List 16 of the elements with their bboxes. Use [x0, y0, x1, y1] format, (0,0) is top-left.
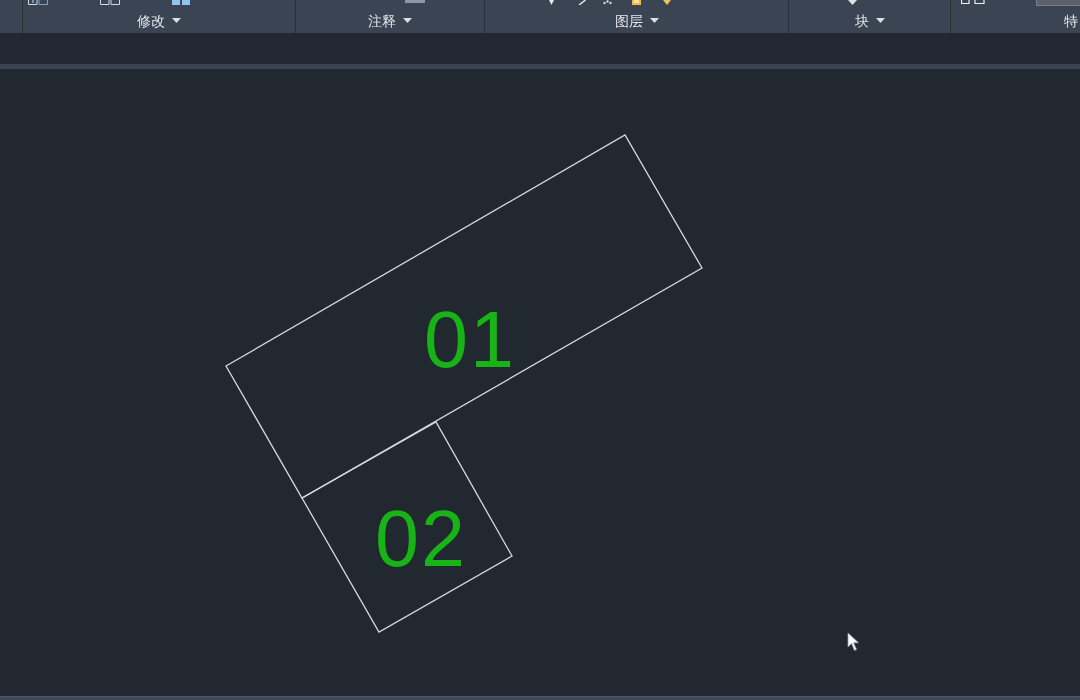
panel-title-button[interactable]: 注释 [366, 10, 414, 31]
shape-label: 02 [375, 494, 467, 583]
squares-icon[interactable] [28, 0, 48, 5]
dots-icon[interactable] [603, 0, 612, 5]
panel-title-button[interactable]: 块 [852, 10, 887, 31]
diamond-icon[interactable] [848, 0, 857, 5]
panel-title-button[interactable]: 图层 [612, 10, 661, 31]
squares-icon[interactable] [100, 0, 120, 5]
panel-title-button[interactable]: 修改 [135, 10, 183, 31]
tiles-icon[interactable] [172, 0, 190, 5]
swatch-icon[interactable] [961, 0, 985, 4]
mouse-pointer-icon [847, 632, 860, 652]
slash-icon[interactable] [578, 0, 586, 5]
panel-title-button[interactable]: 特 [1062, 10, 1080, 31]
shape-label: 01 [424, 295, 516, 384]
diamond-icon[interactable] [663, 0, 671, 5]
